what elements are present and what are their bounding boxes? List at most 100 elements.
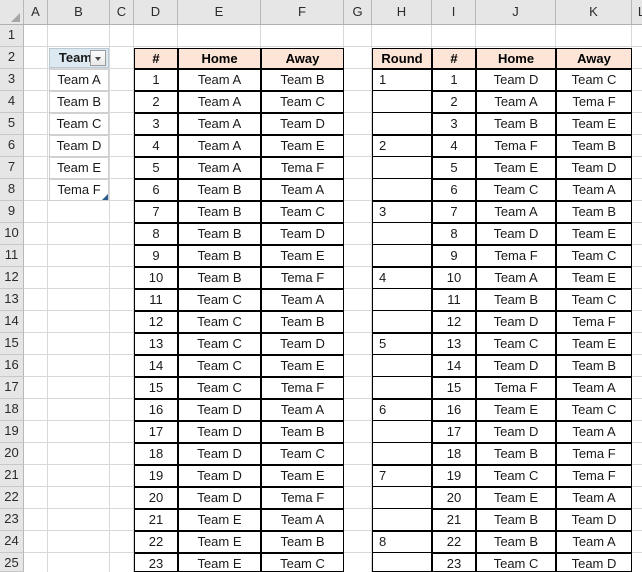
pairings-cell-num[interactable]: 15 <box>134 377 178 399</box>
schedule-cell-num[interactable]: 12 <box>432 311 476 333</box>
schedule-cell-num[interactable]: 19 <box>432 465 476 487</box>
pairings-cell-num[interactable]: 18 <box>134 443 178 465</box>
schedule-cell-round[interactable]: 3 <box>372 201 432 223</box>
schedule-cell-round[interactable] <box>372 553 432 572</box>
schedule-cell-num[interactable]: 18 <box>432 443 476 465</box>
teams-list-item[interactable]: Team D <box>49 135 109 157</box>
schedule-cell-away[interactable]: Team D <box>556 157 632 179</box>
pairings-cell-away[interactable]: Tema F <box>261 267 344 289</box>
schedule-cell-home[interactable]: Team B <box>476 509 556 531</box>
column-header-k[interactable]: K <box>556 0 632 24</box>
schedule-cell-home[interactable]: Tema F <box>476 135 556 157</box>
teams-table-resize-handle[interactable] <box>102 194 108 200</box>
teams-list-item[interactable]: Team A <box>49 69 109 91</box>
pairings-cell-home[interactable]: Team C <box>178 355 261 377</box>
schedule-cell-home[interactable]: Team A <box>476 91 556 113</box>
schedule-cell-away[interactable]: Team B <box>556 201 632 223</box>
schedule-cell-round[interactable] <box>372 223 432 245</box>
pairings-cell-num[interactable]: 12 <box>134 311 178 333</box>
row-header-20[interactable]: 20 <box>0 443 24 465</box>
pairings-cell-away[interactable]: Tema F <box>261 377 344 399</box>
column-header-e[interactable]: E <box>178 0 261 24</box>
schedule-cell-home[interactable]: Team C <box>476 553 556 572</box>
schedule-cell-away[interactable]: Team E <box>556 223 632 245</box>
pairings-cell-num[interactable]: 1 <box>134 69 178 91</box>
pairings-cell-num[interactable]: 4 <box>134 135 178 157</box>
schedule-cell-num[interactable]: 5 <box>432 157 476 179</box>
select-all-corner[interactable] <box>0 0 24 24</box>
row-header-11[interactable]: 11 <box>0 245 24 267</box>
schedule-cell-away[interactable]: Team B <box>556 355 632 377</box>
schedule-cell-away[interactable]: Team B <box>556 135 632 157</box>
schedule-cell-num[interactable]: 21 <box>432 509 476 531</box>
schedule-cell-away[interactable]: Team A <box>556 377 632 399</box>
column-header-i[interactable]: I <box>432 0 476 24</box>
schedule-cell-away[interactable]: Team E <box>556 267 632 289</box>
row-header-10[interactable]: 10 <box>0 223 24 245</box>
pairings-cell-home[interactable]: Team B <box>178 201 261 223</box>
schedule-cell-home[interactable]: Team E <box>476 399 556 421</box>
schedule-cell-home[interactable]: Team E <box>476 487 556 509</box>
schedule-cell-away[interactable]: Team A <box>556 179 632 201</box>
pairings-cell-num[interactable]: 8 <box>134 223 178 245</box>
schedule-cell-away[interactable]: Team C <box>556 289 632 311</box>
teams-list-item[interactable]: Team E <box>49 157 109 179</box>
schedule-cell-round[interactable] <box>372 113 432 135</box>
schedule-cell-away[interactable]: Team C <box>556 245 632 267</box>
pairings-cell-num[interactable]: 9 <box>134 245 178 267</box>
column-header-j[interactable]: J <box>476 0 556 24</box>
pairings-cell-num[interactable]: 23 <box>134 553 178 572</box>
pairings-cell-away[interactable]: Team E <box>261 465 344 487</box>
pairings-cell-away[interactable]: Team B <box>261 311 344 333</box>
schedule-cell-home[interactable]: Team D <box>476 355 556 377</box>
schedule-cell-num[interactable]: 16 <box>432 399 476 421</box>
schedule-cell-away[interactable]: Tema F <box>556 311 632 333</box>
pairings-cell-num[interactable]: 19 <box>134 465 178 487</box>
schedule-cell-round[interactable]: 6 <box>372 399 432 421</box>
pairings-cell-home[interactable]: Team E <box>178 509 261 531</box>
pairings-cell-away[interactable]: Tema F <box>261 157 344 179</box>
row-header-13[interactable]: 13 <box>0 289 24 311</box>
schedule-cell-away[interactable]: Tema F <box>556 465 632 487</box>
schedule-cell-num[interactable]: 1 <box>432 69 476 91</box>
pairings-cell-home[interactable]: Team A <box>178 69 261 91</box>
pairings-cell-num[interactable]: 2 <box>134 91 178 113</box>
column-header-d[interactable]: D <box>134 0 178 24</box>
pairings-cell-away[interactable]: Team E <box>261 355 344 377</box>
schedule-cell-home[interactable]: Team C <box>476 179 556 201</box>
schedule-cell-round[interactable] <box>372 91 432 113</box>
schedule-cell-round[interactable] <box>372 179 432 201</box>
column-header-c[interactable]: C <box>110 0 134 24</box>
schedule-cell-round[interactable] <box>372 443 432 465</box>
teams-list-item[interactable]: Tema F <box>49 179 109 201</box>
schedule-cell-num[interactable]: 2 <box>432 91 476 113</box>
row-header-16[interactable]: 16 <box>0 355 24 377</box>
pairings-cell-home[interactable]: Team A <box>178 135 261 157</box>
schedule-cell-home[interactable]: Team C <box>476 465 556 487</box>
schedule-cell-away[interactable]: Team E <box>556 113 632 135</box>
pairings-cell-away[interactable]: Team D <box>261 333 344 355</box>
pairings-cell-home[interactable]: Team D <box>178 465 261 487</box>
pairings-cell-away[interactable]: Team C <box>261 91 344 113</box>
column-header-b[interactable]: B <box>48 0 110 24</box>
schedule-cell-num[interactable]: 22 <box>432 531 476 553</box>
pairings-cell-away[interactable]: Team B <box>261 531 344 553</box>
row-header-9[interactable]: 9 <box>0 201 24 223</box>
schedule-cell-home[interactable]: Team B <box>476 443 556 465</box>
schedule-cell-home[interactable]: Team D <box>476 69 556 91</box>
schedule-cell-home[interactable]: Tema F <box>476 377 556 399</box>
pairings-cell-home[interactable]: Team B <box>178 223 261 245</box>
pairings-cell-num[interactable]: 3 <box>134 113 178 135</box>
pairings-cell-num[interactable]: 6 <box>134 179 178 201</box>
pairings-cell-home[interactable]: Team B <box>178 267 261 289</box>
pairings-cell-home[interactable]: Team D <box>178 487 261 509</box>
column-header-h[interactable]: H <box>372 0 432 24</box>
schedule-cell-num[interactable]: 15 <box>432 377 476 399</box>
pairings-cell-home[interactable]: Team C <box>178 377 261 399</box>
pairings-cell-num[interactable]: 17 <box>134 421 178 443</box>
schedule-cell-round[interactable] <box>372 355 432 377</box>
pairings-cell-home[interactable]: Team E <box>178 553 261 572</box>
pairings-cell-away[interactable]: Team D <box>261 113 344 135</box>
pairings-cell-home[interactable]: Team D <box>178 399 261 421</box>
schedule-cell-away[interactable]: Team E <box>556 333 632 355</box>
